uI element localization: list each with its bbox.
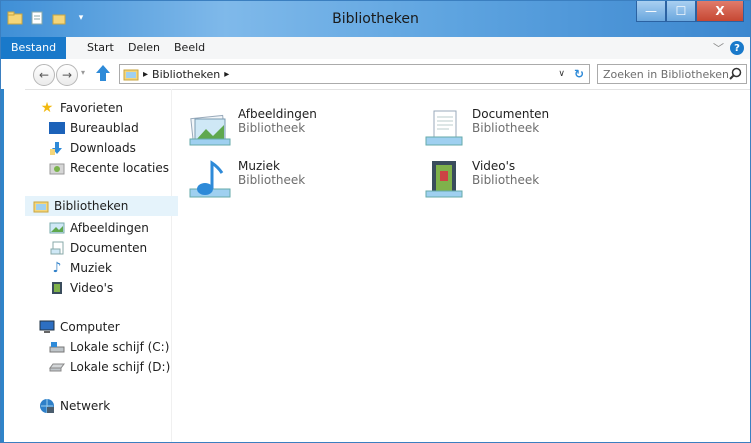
recent-places-icon xyxy=(49,160,65,176)
nav-bureaublad[interactable]: Bureaublad xyxy=(49,119,139,137)
pictures-icon xyxy=(49,220,65,236)
library-type: Bibliotheek xyxy=(472,173,540,187)
library-item-documenten[interactable]: Documenten Bibliotheek xyxy=(422,107,549,149)
nav-netwerk[interactable]: Netwerk xyxy=(39,397,110,415)
library-type: Bibliotheek xyxy=(472,121,540,135)
search-input[interactable]: Zoeken in Bibliotheken xyxy=(597,64,747,84)
library-item-muziek[interactable]: Muziek Bibliotheek xyxy=(188,159,305,201)
desktop-icon xyxy=(49,120,65,136)
close-icon: X xyxy=(715,4,725,18)
search-icon[interactable] xyxy=(729,67,742,83)
address-row: ← → ▾ ▸ Bibliotheken ▸ ∨ ↻ Zoeken in Bib… xyxy=(1,59,750,90)
downloads-icon xyxy=(49,140,65,156)
address-bar[interactable]: ▸ Bibliotheken ▸ ∨ ↻ xyxy=(119,64,590,84)
nav-computer[interactable]: Computer xyxy=(39,318,120,336)
arrow-left-icon: ← xyxy=(38,68,50,82)
maximize-icon: ☐ xyxy=(675,4,687,18)
maximize-button[interactable]: ☐ xyxy=(666,1,696,22)
expand-ribbon-icon[interactable]: ﹀ xyxy=(713,40,724,56)
address-dropdown-icon[interactable]: ∨ xyxy=(558,69,565,79)
back-button[interactable]: ← xyxy=(33,64,55,86)
nav-favorieten[interactable]: ★ Favorieten xyxy=(39,99,123,117)
nav-afbeeldingen[interactable]: Afbeeldingen xyxy=(49,219,149,237)
nav-label: Documenten xyxy=(70,241,148,255)
nav-label: Downloads xyxy=(70,141,136,155)
explorer-window: ▾ Bibliotheken — ☐ X Bestand Start Delen… xyxy=(0,0,751,443)
computer-icon xyxy=(39,319,55,335)
videos-library-icon xyxy=(425,161,463,198)
nav-label: Recente locaties xyxy=(70,161,169,175)
tab-start[interactable]: Start xyxy=(79,37,122,59)
ribbon-tabs: Bestand Start Delen Beeld ﹀ ? xyxy=(1,37,750,60)
breadcrumb-separator-end[interactable]: ▸ xyxy=(224,69,229,80)
network-icon xyxy=(39,398,55,414)
breadcrumb-separator[interactable]: ▸ xyxy=(143,69,148,80)
refresh-icon[interactable]: ↻ xyxy=(574,67,584,81)
tab-bestand[interactable]: Bestand xyxy=(1,37,67,59)
drive-d-icon xyxy=(49,359,65,375)
nav-downloads[interactable]: Downloads xyxy=(49,139,136,157)
nav-label: Afbeeldingen xyxy=(70,221,149,235)
nav-label: Video's xyxy=(70,281,114,295)
nav-videos[interactable]: Video's xyxy=(49,279,113,297)
close-button[interactable]: X xyxy=(696,1,744,22)
up-button[interactable] xyxy=(95,64,111,85)
navigation-pane: ★ Favorieten Bureaublad Downloads Recent… xyxy=(1,89,178,442)
nav-documenten[interactable]: Documenten xyxy=(49,239,147,257)
music-icon: ♪ xyxy=(52,260,62,276)
drive-c-icon xyxy=(49,339,65,355)
nav-label: Bibliotheken xyxy=(54,199,129,213)
window-controls: — ☐ X xyxy=(636,1,744,22)
forward-button[interactable]: → xyxy=(56,64,78,86)
library-name: Documenten xyxy=(472,107,550,121)
help-icon[interactable]: ? xyxy=(730,41,744,55)
minimize-icon: — xyxy=(645,4,657,18)
library-name: Muziek xyxy=(238,159,280,173)
search-placeholder: Zoeken in Bibliotheken xyxy=(603,67,729,81)
libraries-folder-icon xyxy=(123,67,139,81)
nav-bibliotheken[interactable]: Bibliotheken xyxy=(25,196,178,216)
nav-label: Lokale schijf (C:) xyxy=(70,340,170,354)
recent-locations-icon[interactable]: ▾ xyxy=(81,68,85,77)
nav-label: Bureaublad xyxy=(70,121,139,135)
nav-label: Muziek xyxy=(70,261,112,275)
minimize-button[interactable]: — xyxy=(636,1,666,22)
library-type: Bibliotheek xyxy=(238,121,306,135)
nav-muziek[interactable]: ♪ Muziek xyxy=(49,259,112,277)
library-item-videos[interactable]: Video's Bibliotheek xyxy=(422,159,539,201)
tab-delen[interactable]: Delen xyxy=(120,37,168,59)
library-name: Afbeeldingen xyxy=(238,107,317,121)
library-item-afbeeldingen[interactable]: Afbeeldingen Bibliotheek xyxy=(188,107,317,149)
content-pane: Afbeeldingen Bibliotheek Documenten Bibl… xyxy=(172,89,750,442)
library-name: Video's xyxy=(472,159,516,173)
library-type: Bibliotheek xyxy=(238,173,306,187)
libraries-icon xyxy=(33,198,49,214)
arrow-right-icon: → xyxy=(61,68,73,82)
music-library-icon xyxy=(189,160,231,198)
nav-lokale-schijf-d[interactable]: Lokale schijf (D:) xyxy=(49,358,170,376)
documents-icon xyxy=(49,240,65,256)
nav-label: Favorieten xyxy=(60,101,123,115)
star-icon: ★ xyxy=(40,100,54,116)
tab-beeld[interactable]: Beeld xyxy=(166,37,213,59)
arrow-up-icon xyxy=(96,65,110,81)
nav-recente-locaties[interactable]: Recente locaties xyxy=(49,159,169,177)
nav-label: Computer xyxy=(60,320,120,334)
ribbon-controls: ﹀ ? xyxy=(713,40,744,56)
nav-label: Lokale schijf (D:) xyxy=(70,360,171,374)
video-icon xyxy=(49,280,65,296)
breadcrumb-bibliotheken[interactable]: Bibliotheken xyxy=(152,68,220,81)
documents-library-icon xyxy=(425,110,463,146)
nav-label: Netwerk xyxy=(60,399,111,413)
title-bar[interactable]: ▾ Bibliotheken — ☐ X xyxy=(1,1,750,37)
pictures-library-icon xyxy=(189,114,231,146)
nav-lokale-schijf-c[interactable]: Lokale schijf (C:) xyxy=(49,338,169,356)
